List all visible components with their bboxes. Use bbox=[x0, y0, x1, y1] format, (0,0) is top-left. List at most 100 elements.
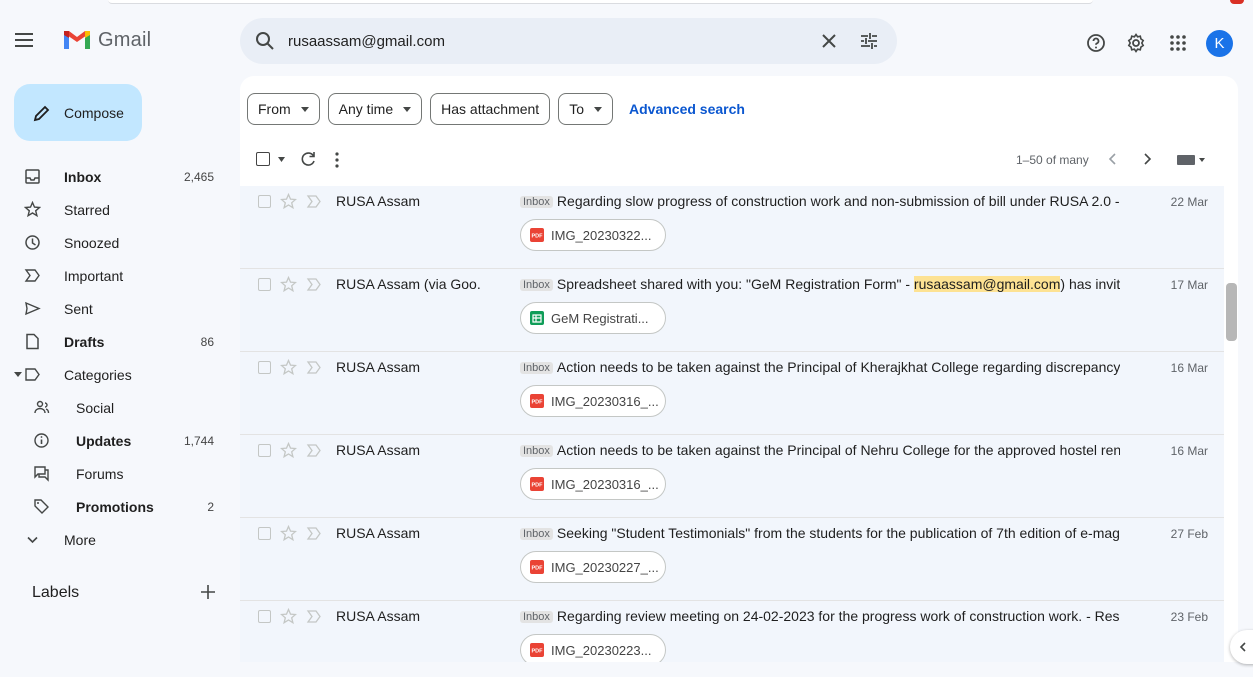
star-icon[interactable] bbox=[280, 193, 297, 210]
email-row[interactable]: RUSA Assam Inbox Regarding slow progress … bbox=[240, 186, 1224, 269]
sidebar-item-snoozed[interactable]: Snoozed bbox=[0, 226, 228, 259]
more-vert-icon[interactable] bbox=[330, 150, 344, 170]
forum-icon bbox=[34, 466, 49, 482]
email-subject: Seeking "Student Testimonials" from the … bbox=[556, 525, 1120, 541]
row-checkbox[interactable] bbox=[258, 278, 271, 291]
star-icon[interactable] bbox=[280, 525, 297, 542]
chevron-right-icon[interactable] bbox=[1138, 150, 1156, 168]
select-options-caret-icon[interactable] bbox=[278, 157, 285, 162]
row-checkbox[interactable] bbox=[258, 610, 271, 623]
inbox-tag[interactable]: Inbox bbox=[520, 528, 553, 540]
compose-button[interactable]: Compose bbox=[14, 84, 142, 141]
pagination-text: 1–50 of many bbox=[1016, 153, 1089, 167]
attachment-chip[interactable]: GeM Registrati... bbox=[520, 302, 666, 334]
row-checkbox[interactable] bbox=[258, 361, 271, 374]
important-marker-icon[interactable] bbox=[306, 443, 322, 458]
search-input[interactable] bbox=[288, 26, 808, 56]
label-icon bbox=[25, 368, 40, 381]
main-menu-icon[interactable] bbox=[12, 28, 36, 52]
email-row[interactable]: RUSA Assam Inbox Seeking "Student Testimo… bbox=[240, 518, 1224, 601]
svg-text:PDF: PDF bbox=[532, 400, 544, 406]
email-subject: Action needs to be taken against the Pri… bbox=[556, 442, 1120, 458]
settings-gear-icon[interactable] bbox=[1125, 32, 1147, 54]
sidebar-item-starred[interactable]: Starred bbox=[0, 193, 228, 226]
browser-top-strip bbox=[0, 0, 1253, 6]
important-marker-icon[interactable] bbox=[306, 194, 322, 209]
chip-label: Any time bbox=[338, 101, 394, 117]
dropdown-caret-icon bbox=[300, 106, 309, 112]
star-icon[interactable] bbox=[280, 608, 297, 625]
filter-any-time-chip[interactable]: Any time bbox=[327, 93, 423, 125]
sidebar-item-forums[interactable]: Forums bbox=[0, 457, 228, 490]
chevron-left-icon[interactable] bbox=[1104, 150, 1122, 168]
email-sender: RUSA Assam (via Goo. bbox=[336, 276, 481, 292]
inbox-tag[interactable]: Inbox bbox=[520, 362, 553, 374]
browser-close-edge[interactable] bbox=[1230, 0, 1244, 4]
row-checkbox[interactable] bbox=[258, 527, 271, 540]
sidebar-item-social[interactable]: Social bbox=[0, 391, 228, 424]
email-date: 23 Feb bbox=[1170, 610, 1208, 624]
sidebar-item-important[interactable]: Important bbox=[0, 259, 228, 292]
attachment-chip[interactable]: PDF IMG_20230322... bbox=[520, 219, 666, 251]
gmail-logo[interactable]: Gmail bbox=[62, 27, 151, 53]
help-icon[interactable] bbox=[1085, 32, 1107, 54]
email-row[interactable]: RUSA Assam Inbox Action needs to be taken… bbox=[240, 352, 1224, 435]
email-row[interactable]: RUSA Assam (via Goo. Inbox Spreadsheet sh… bbox=[240, 269, 1224, 352]
sidebar-item-categories[interactable]: Categories bbox=[0, 358, 228, 391]
email-row[interactable]: RUSA Assam Inbox Regarding review meeting… bbox=[240, 601, 1224, 662]
email-subject-prefix: Spreadsheet shared with you: "GeM Regist… bbox=[556, 276, 914, 292]
svg-text:PDF: PDF bbox=[532, 649, 544, 655]
sidebar-item-drafts[interactable]: Drafts 86 bbox=[0, 325, 228, 358]
filter-to-chip[interactable]: To bbox=[558, 93, 613, 125]
inbox-tag[interactable]: Inbox bbox=[520, 279, 553, 291]
attachment-chip[interactable]: PDF IMG_20230227_... bbox=[520, 551, 666, 583]
chip-label: From bbox=[258, 101, 291, 117]
sidebar-item-inbox[interactable]: Inbox 2,465 bbox=[0, 160, 228, 193]
account-avatar[interactable]: K bbox=[1206, 30, 1233, 57]
email-row[interactable]: RUSA Assam Inbox Action needs to be taken… bbox=[240, 435, 1224, 518]
sidebar-item-promotions[interactable]: Promotions 2 bbox=[0, 490, 228, 523]
apps-grid-icon[interactable] bbox=[1167, 32, 1189, 54]
sidebar-item-label: Sent bbox=[64, 301, 93, 317]
inbox-tag[interactable]: Inbox bbox=[520, 445, 553, 457]
row-checkbox[interactable] bbox=[258, 444, 271, 457]
caret-down-icon[interactable] bbox=[14, 370, 22, 378]
inbox-tag[interactable]: Inbox bbox=[520, 611, 553, 623]
search-icon[interactable] bbox=[254, 30, 276, 52]
attachment-chip[interactable]: PDF IMG_20230316_... bbox=[520, 385, 666, 417]
input-tools-icon[interactable] bbox=[1176, 152, 1206, 168]
important-marker-icon[interactable] bbox=[306, 526, 322, 541]
sidebar-item-label: Important bbox=[64, 268, 124, 284]
search-options-icon[interactable] bbox=[858, 30, 880, 52]
important-marker-icon[interactable] bbox=[306, 277, 322, 292]
important-marker-icon[interactable] bbox=[306, 360, 322, 375]
filter-has-attachment-chip[interactable]: Has attachment bbox=[430, 93, 551, 125]
sheets-file-icon bbox=[530, 311, 544, 325]
sidebar-item-more[interactable]: More bbox=[0, 523, 228, 556]
inbox-tag[interactable]: Inbox bbox=[520, 196, 553, 208]
sidebar-item-count: 2 bbox=[207, 500, 214, 514]
select-all-checkbox[interactable] bbox=[256, 152, 270, 166]
email-subject-suffix: ) has invited yo... bbox=[1060, 276, 1120, 292]
attachment-chip[interactable]: PDF IMG_20230223... bbox=[520, 634, 666, 662]
filter-from-chip[interactable]: From bbox=[247, 93, 320, 125]
email-date: 27 Feb bbox=[1170, 527, 1208, 541]
info-icon bbox=[34, 433, 49, 448]
sidebar-item-updates[interactable]: Updates 1,744 bbox=[0, 424, 228, 457]
pdf-file-icon: PDF bbox=[530, 228, 544, 242]
attachment-chip[interactable]: PDF IMG_20230316_... bbox=[520, 468, 666, 500]
refresh-icon[interactable] bbox=[298, 149, 318, 169]
add-label-icon[interactable] bbox=[198, 582, 218, 602]
star-icon[interactable] bbox=[280, 276, 297, 293]
email-sender: RUSA Assam bbox=[336, 442, 421, 458]
star-icon[interactable] bbox=[280, 359, 297, 376]
sidebar-item-label: Categories bbox=[64, 367, 132, 383]
sidebar-item-count: 2,465 bbox=[183, 170, 214, 184]
sidebar-item-sent[interactable]: Sent bbox=[0, 292, 228, 325]
clear-search-icon[interactable] bbox=[818, 30, 840, 52]
row-checkbox[interactable] bbox=[258, 195, 271, 208]
star-icon[interactable] bbox=[280, 442, 297, 459]
advanced-search-link[interactable]: Advanced search bbox=[629, 101, 745, 117]
important-marker-icon[interactable] bbox=[306, 609, 322, 624]
scrollbar-thumb[interactable] bbox=[1226, 283, 1237, 341]
